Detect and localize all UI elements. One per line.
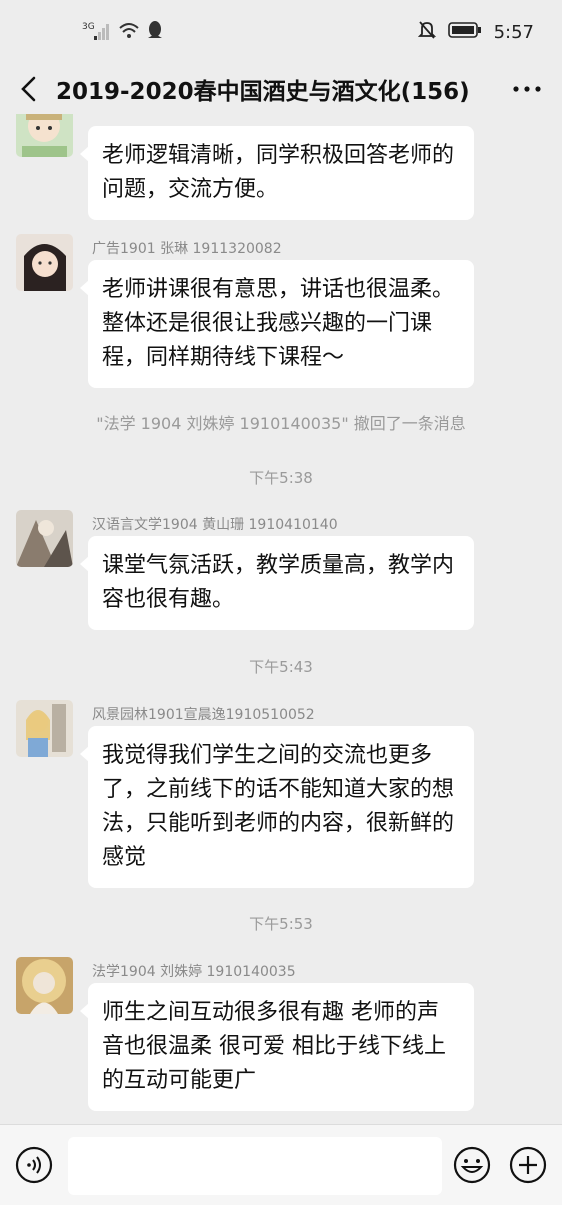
sender-name: 广告1901 张琳 1911320082 bbox=[92, 241, 282, 257]
avatar[interactable] bbox=[16, 700, 73, 757]
input-bar bbox=[0, 1124, 562, 1205]
back-arrow-icon[interactable] bbox=[14, 72, 44, 106]
sender-name: 法学1904 刘姝婷 1910140035 bbox=[92, 964, 296, 980]
voice-icon[interactable] bbox=[14, 1145, 54, 1185]
chat-area[interactable]: 老师逻辑清晰，同学积极回答老师的问题，交流方便。 广告1901 张琳 19113… bbox=[0, 114, 562, 1124]
qq-icon bbox=[146, 20, 164, 46]
timestamp: 下午5:53 bbox=[249, 915, 313, 933]
status-time: 5:57 bbox=[493, 22, 534, 43]
avatar[interactable] bbox=[16, 510, 73, 567]
svg-text:3G: 3G bbox=[82, 22, 95, 32]
more-icon[interactable] bbox=[510, 76, 544, 102]
chat-title: 2019-2020春中国酒史与酒文化(156) bbox=[56, 79, 470, 105]
nav-bar: 2019-2020春中国酒史与酒文化(156) bbox=[0, 64, 562, 114]
message-bubble[interactable]: 老师逻辑清晰，同学积极回答老师的问题，交流方便。 bbox=[80, 126, 474, 220]
avatar[interactable] bbox=[16, 957, 73, 1014]
status-left: 3G bbox=[82, 20, 164, 46]
message-bubble[interactable]: 老师讲课很有意思，讲话也很温柔。整体还是很很让我感兴趣的一门课程，同样期待线下课… bbox=[80, 260, 474, 388]
timestamp: 下午5:38 bbox=[249, 469, 313, 487]
status-right: 5:57 bbox=[417, 20, 534, 45]
plus-icon[interactable] bbox=[508, 1145, 548, 1185]
signal-icon: 3G bbox=[82, 20, 112, 46]
sender-name: 风景园林1901宣晨逸1910510052 bbox=[92, 707, 315, 723]
sender-name: 汉语言文学1904 黄山珊 1910410140 bbox=[92, 517, 338, 533]
avatar[interactable] bbox=[16, 114, 73, 157]
battery-icon bbox=[447, 21, 482, 44]
bell-muted-icon bbox=[417, 20, 436, 45]
recall-notice: "法学 1904 刘姝婷 1910140035" 撤回了一条消息 bbox=[96, 414, 466, 433]
message-bubble[interactable]: 师生之间互动很多很有趣 老师的声音也很温柔 很可爱 相比于线下线上的互动可能更广 bbox=[80, 983, 474, 1111]
message-input[interactable] bbox=[68, 1137, 442, 1195]
emoji-icon[interactable] bbox=[452, 1145, 492, 1185]
message-bubble[interactable]: 我觉得我们学生之间的交流也更多了，之前线下的话不能知道大家的想法，只能听到老师的… bbox=[80, 726, 474, 888]
timestamp: 下午5:43 bbox=[249, 658, 313, 676]
wifi-icon bbox=[118, 21, 140, 45]
message-bubble[interactable]: 课堂气氛活跃，教学质量高，教学内容也很有趣。 bbox=[80, 536, 474, 630]
avatar[interactable] bbox=[16, 234, 73, 291]
status-bar: 3G 5:57 bbox=[0, 0, 562, 64]
